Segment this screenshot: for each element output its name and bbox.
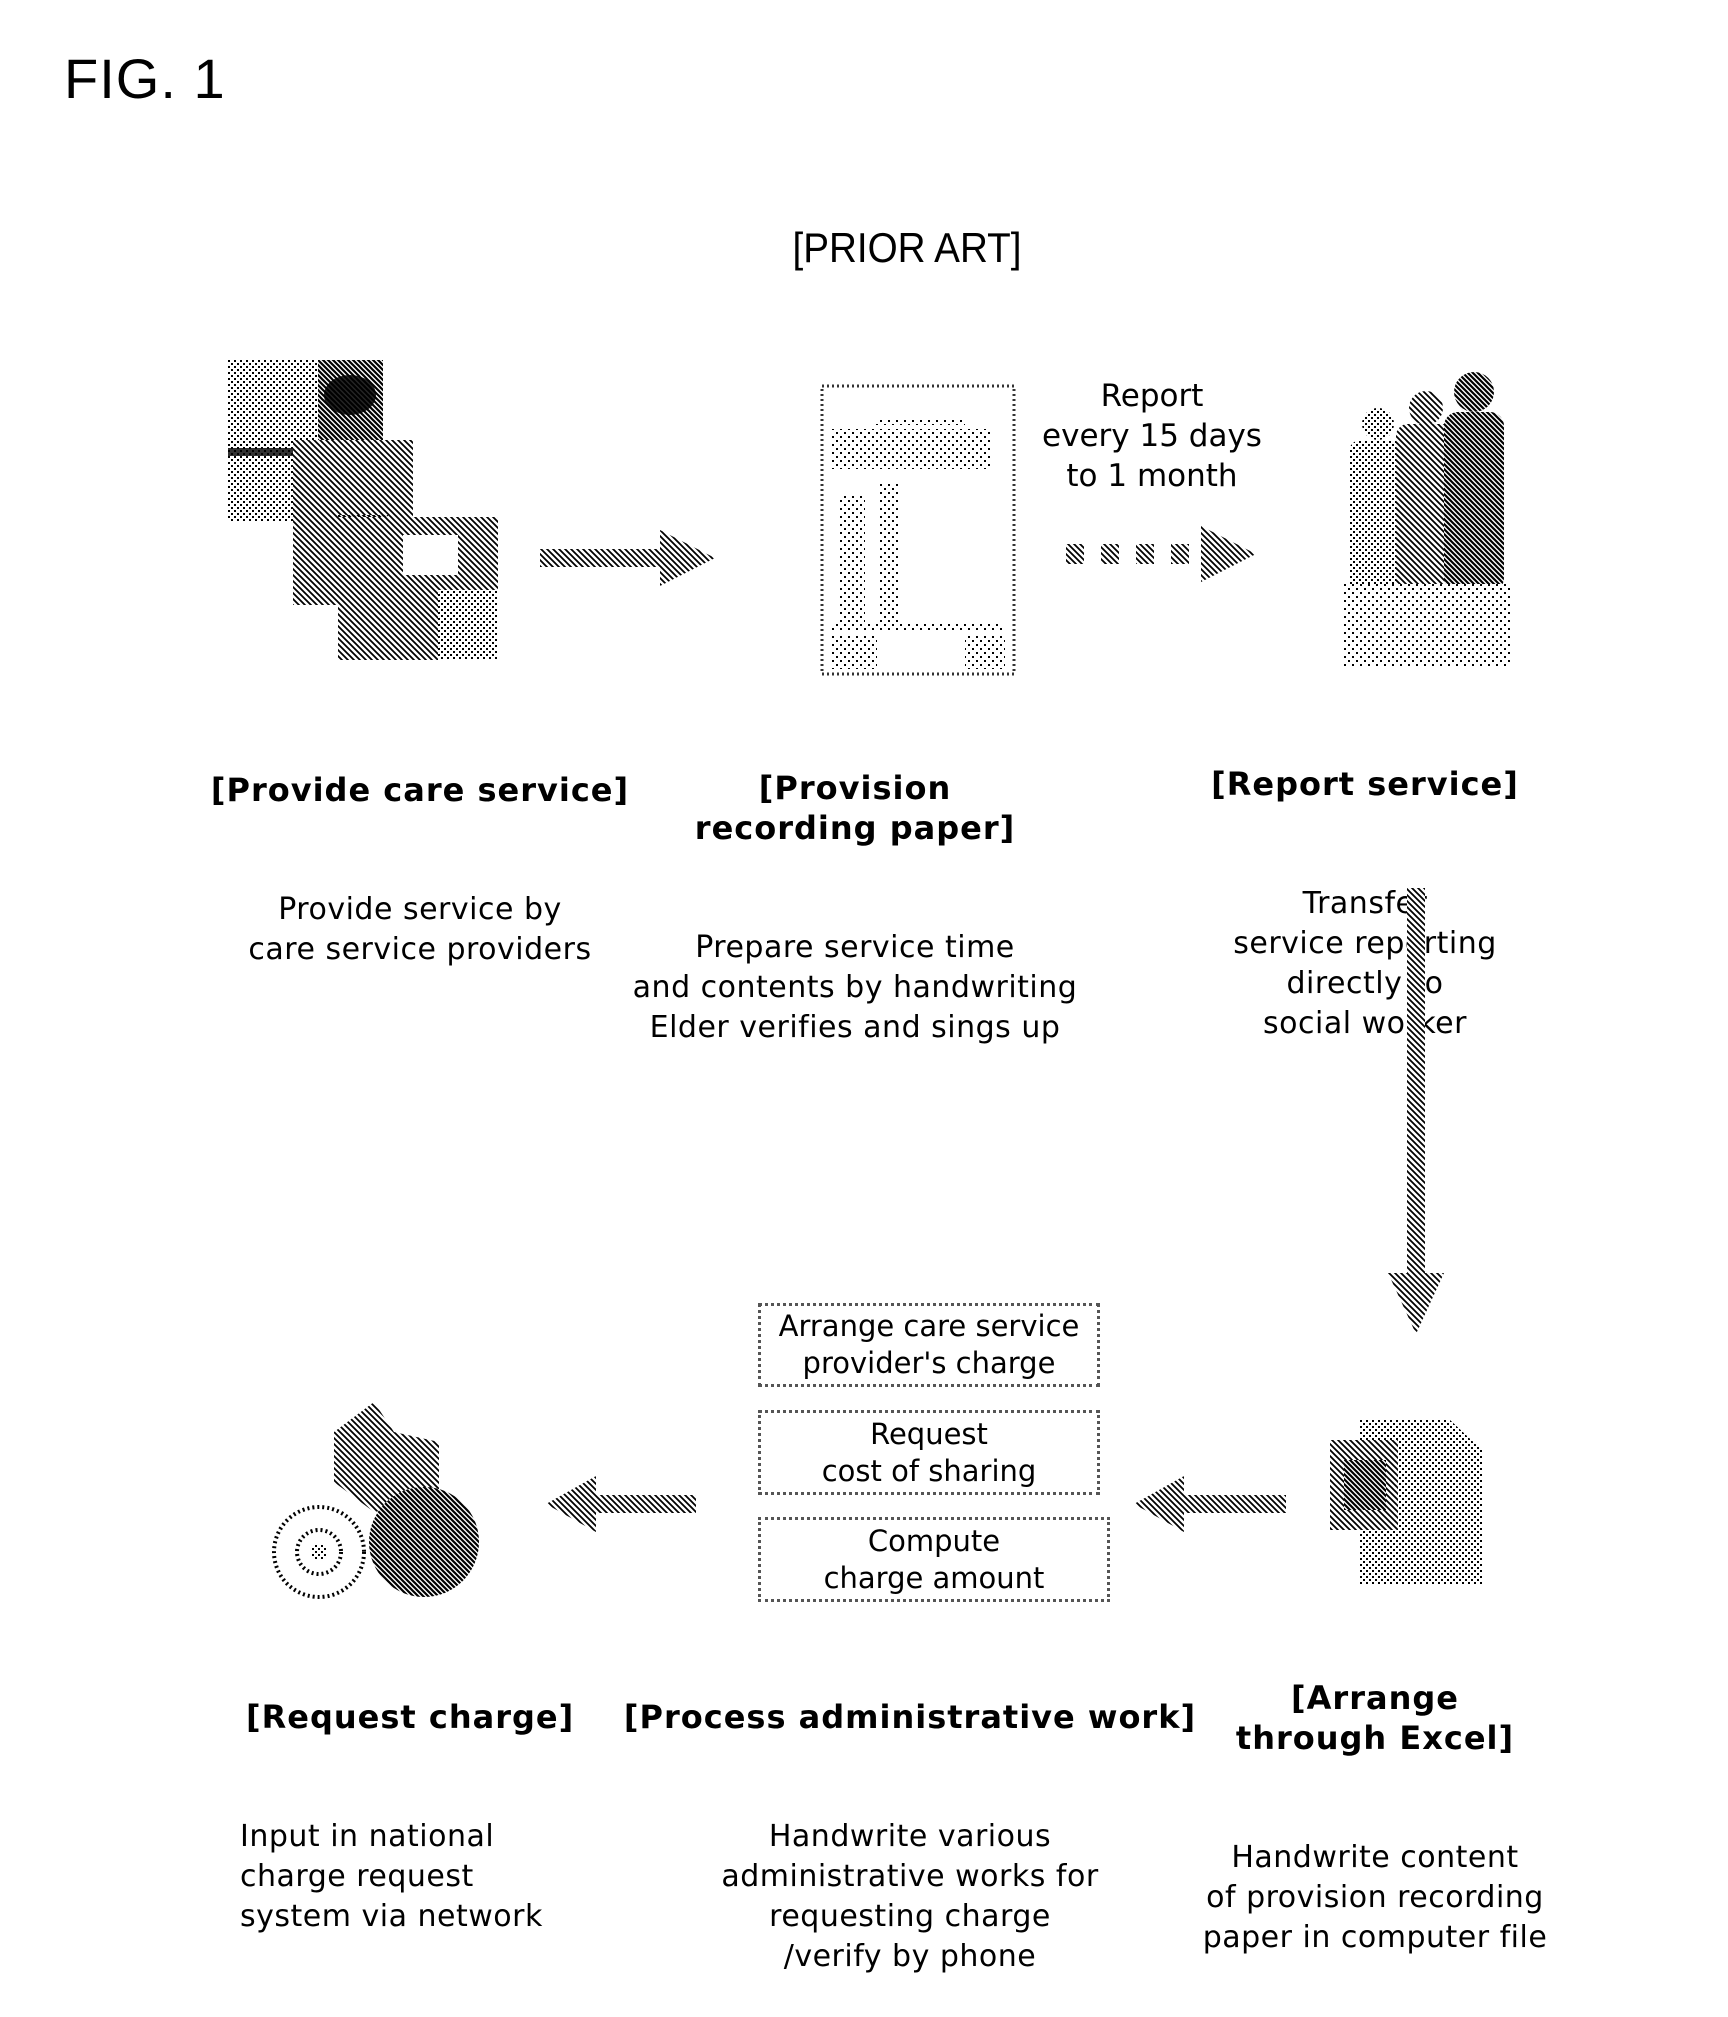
step-arrange-through-excel: [Arrange through Excel] Handwrite conten… bbox=[1190, 1598, 1560, 1998]
step-heading: [Provide care service] bbox=[210, 771, 630, 809]
step-heading: [Request charge] bbox=[246, 1698, 575, 1736]
step-heading: [Provision recording paper] bbox=[694, 769, 1016, 847]
people-icon bbox=[1344, 372, 1512, 666]
step-description: Provide service by care service provider… bbox=[248, 892, 592, 967]
figure-title: FIG. 1 bbox=[64, 47, 226, 110]
arrow-right-icon bbox=[540, 530, 715, 586]
step-request-charge: [Request charge] Input in national charg… bbox=[230, 1617, 590, 1977]
prior-art-label: [PRIOR ART] bbox=[792, 224, 1022, 271]
step-description: Input in national charge request system … bbox=[240, 1819, 543, 1934]
care-photos-icon bbox=[228, 360, 498, 660]
step-description: Handwrite content of provision recording… bbox=[1202, 1840, 1548, 1955]
step-description: Transfer service reporting directly to s… bbox=[1233, 886, 1497, 1041]
step-provide-care-service: [Provide care service] Provide service b… bbox=[190, 690, 650, 1010]
arrow-left-icon bbox=[546, 1476, 696, 1532]
step-description: Prepare service time and contents by han… bbox=[632, 930, 1078, 1045]
arrow-down-icon bbox=[1388, 888, 1444, 1334]
dotted-arrow-right-icon bbox=[1066, 526, 1256, 582]
step-heading: [Arrange through Excel] bbox=[1235, 1679, 1515, 1757]
step-description: Handwrite various administrative works f… bbox=[721, 1819, 1099, 1974]
task-box-compute-charge: Compute charge amount bbox=[758, 1517, 1110, 1602]
task-box-request-cost-sharing: Request cost of sharing bbox=[758, 1410, 1100, 1495]
step-provision-recording-paper: [Provision recording paper] Prepare serv… bbox=[620, 688, 1090, 1088]
task-box-arrange-charge: Arrange care service provider's charge bbox=[758, 1303, 1100, 1387]
step-heading: [Process administrative work] bbox=[623, 1698, 1197, 1736]
step-heading: [Report service] bbox=[1211, 765, 1519, 803]
step-process-administrative-work: [Process administrative work] Handwrite … bbox=[620, 1617, 1200, 2017]
step-report-service: [Report service] Transfer service report… bbox=[1200, 684, 1530, 1084]
network-globe-icon bbox=[272, 1402, 479, 1599]
recording-paper-icon bbox=[820, 384, 1016, 676]
report-interval-note: Report every 15 days to 1 month bbox=[1042, 378, 1262, 494]
arrow-left-icon bbox=[1134, 1476, 1286, 1532]
excel-file-icon bbox=[1330, 1420, 1482, 1584]
